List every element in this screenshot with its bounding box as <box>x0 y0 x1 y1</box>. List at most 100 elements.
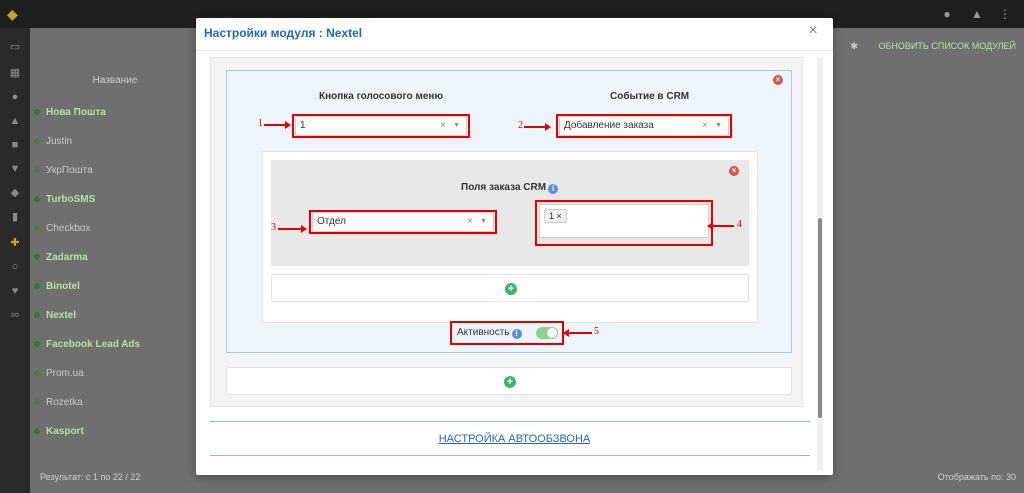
status-dot-icon <box>34 341 40 348</box>
bg-module-label: Нова Пошта <box>46 107 106 118</box>
nav-box-icon[interactable]: ■ <box>8 138 22 152</box>
voice-button-select[interactable]: 1 × ▼ <box>295 116 467 136</box>
crm-event-value: Добавление заказа <box>564 120 654 131</box>
modal-title: Настройки модуля : Nextel <box>204 26 363 40</box>
bg-module-label: Binotel <box>46 281 80 292</box>
status-dot-icon <box>34 138 40 145</box>
bg-module-label: Kasport <box>46 426 84 437</box>
nav-cart-icon[interactable]: ▼ <box>8 162 22 176</box>
annotation-arrow-4 <box>707 222 734 230</box>
chevron-down-icon[interactable]: ▼ <box>453 117 460 135</box>
status-dot-icon <box>34 254 40 261</box>
modal-body: × Кнопка голосового меню Событие в CRM 1… <box>210 57 803 407</box>
tag-remove-icon[interactable]: × <box>557 211 562 221</box>
activity-label: Активность i <box>457 327 522 339</box>
annotation-num-4: 4 <box>737 219 742 230</box>
bg-module-label: TurboSMS <box>46 194 96 205</box>
crm-event-select[interactable]: Добавление заказа × ▼ <box>559 116 729 136</box>
crm-field-select[interactable]: Отдел × ▼ <box>312 212 494 232</box>
per-page-value[interactable]: 30 <box>1006 472 1016 482</box>
divider-bottom <box>210 455 810 456</box>
order-fields-block: × Поля заказа CRM i Отдел × ▼ 1 × + <box>262 151 758 323</box>
refresh-modules-link[interactable]: ОБНОВИТЬ СПИСОК МОДУЛЕЙ <box>878 41 1016 51</box>
nav-monitor-icon[interactable]: ▭ <box>8 40 22 54</box>
bg-module-label: УкрПошта <box>46 165 93 176</box>
annotation-num-5: 5 <box>594 326 599 337</box>
nav-chart-icon[interactable]: ▮ <box>8 210 22 224</box>
add-field-row: + <box>271 274 749 302</box>
crm-field-value: Отдел <box>317 216 346 227</box>
status-dot-icon <box>34 167 40 174</box>
nav-bank-icon[interactable]: ▲ <box>8 114 22 128</box>
scrollbar-thumb[interactable] <box>818 218 822 418</box>
chevron-down-icon[interactable]: ▼ <box>715 117 722 135</box>
menu-icon[interactable]: ⋮ <box>998 7 1012 21</box>
annotation-arrow-5 <box>563 329 592 337</box>
clear-icon[interactable]: × <box>440 117 446 135</box>
chevron-down-icon[interactable]: ▼ <box>480 213 487 231</box>
info-icon[interactable]: i <box>511 329 522 339</box>
bg-module-label: Justin <box>46 136 73 147</box>
voice-button-label: Кнопка голосового меню <box>319 91 443 102</box>
annotation-num-1: 1 <box>258 118 263 129</box>
annotation-num-3: 3 <box>271 222 276 233</box>
remove-field-icon[interactable]: × <box>729 166 739 176</box>
activity-toggle[interactable] <box>536 327 558 339</box>
nav-info-icon[interactable]: ○ <box>8 260 22 274</box>
status-dot-icon <box>34 196 40 203</box>
order-fields-label: Поля заказа CRM i <box>461 182 559 194</box>
autodial-settings-link[interactable]: НАСТРОЙКА АВТООБЗВОНА <box>196 433 833 445</box>
nav-users-icon[interactable]: ● <box>8 90 22 104</box>
modal-header: Настройки модуля : Nextel × <box>196 18 833 51</box>
clear-icon[interactable]: × <box>702 117 708 135</box>
bg-per-page: Отображать по: 30 <box>938 472 1016 482</box>
bg-module-label: Facebook Lead Ads <box>46 339 141 350</box>
bg-module-label: Checkbox <box>46 223 91 234</box>
module-settings-modal: Настройки модуля : Nextel × × Кнопка гол… <box>196 18 833 475</box>
left-nav: ▭ ▦ ● ▲ ■ ▼ ◆ ▮ ✚ ○ ♥ ∞ <box>0 28 30 493</box>
per-page-label: Отображать по: <box>937 472 1004 482</box>
clear-icon[interactable]: × <box>467 213 473 231</box>
crm-event-label: Событие в CRM <box>610 91 690 102</box>
remove-block-icon[interactable]: × <box>773 75 783 85</box>
add-block-icon[interactable]: + <box>504 376 516 388</box>
status-dot-icon <box>34 283 40 290</box>
bg-module-label: Rozetka <box>46 397 83 408</box>
info-icon[interactable]: i <box>548 184 559 194</box>
field-value-input[interactable]: 1 × <box>539 204 709 238</box>
voice-menu-block: × Кнопка голосового меню Событие в CRM 1… <box>226 70 792 353</box>
bell-icon[interactable]: ▲ <box>970 7 984 21</box>
annotation-arrow-1 <box>264 121 291 129</box>
bg-toolbar: ✱ ОБНОВИТЬ СПИСОК МОДУЛЕЙ <box>850 36 1016 56</box>
nav-heart-icon[interactable]: ♥ <box>8 284 22 298</box>
user-icon[interactable]: ● <box>940 7 954 21</box>
nav-tag-icon[interactable]: ◆ <box>8 186 22 200</box>
app-logo-icon: ◆ <box>7 6 18 22</box>
gear-icon[interactable]: ✱ <box>850 41 858 51</box>
close-icon[interactable]: × <box>805 23 821 39</box>
nav-puzzle-icon[interactable]: ✚ <box>8 236 22 250</box>
status-dot-icon <box>34 428 40 435</box>
order-fields-row: × Поля заказа CRM i Отдел × ▼ 1 × <box>271 160 749 266</box>
status-dot-icon <box>34 109 40 116</box>
toggle-knob <box>547 328 557 338</box>
add-block-row: + <box>226 367 792 395</box>
value-tag[interactable]: 1 × <box>544 209 567 223</box>
status-dot-icon <box>34 312 40 319</box>
divider-top <box>210 421 810 422</box>
annotation-arrow-3 <box>278 225 307 233</box>
status-dot-icon <box>34 225 40 232</box>
nav-link-icon[interactable]: ∞ <box>8 308 22 322</box>
status-dot-icon <box>34 399 40 406</box>
voice-button-value: 1 <box>300 120 306 131</box>
bg-module-label: Prom.ua <box>46 368 84 379</box>
status-dot-icon <box>34 370 40 377</box>
annotation-num-2: 2 <box>518 120 523 131</box>
nav-grid-icon[interactable]: ▦ <box>8 66 22 80</box>
annotation-arrow-2 <box>524 123 551 131</box>
bg-column-header: Название <box>92 75 138 86</box>
bg-module-label: Zadarma <box>46 252 88 263</box>
bg-module-label: Nextel <box>46 310 77 321</box>
add-field-icon[interactable]: + <box>505 283 517 295</box>
bg-results-text: Результат: с 1 по 22 / 22 <box>40 472 141 482</box>
